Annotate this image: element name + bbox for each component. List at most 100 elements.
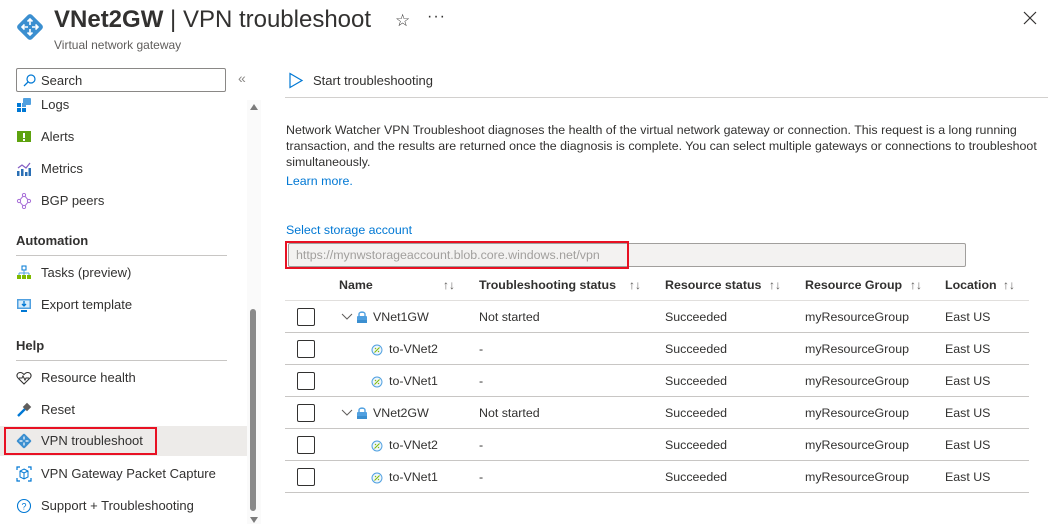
hammer-icon xyxy=(17,402,32,417)
scrollbar-thumb[interactable] xyxy=(250,309,256,511)
row-resource-group: myResourceGroup xyxy=(805,406,909,420)
main-content: Start troubleshooting Network Watcher VP… xyxy=(285,60,1055,524)
menu-scrollbar[interactable] xyxy=(247,100,261,524)
column-header-location[interactable]: Location xyxy=(945,278,997,292)
column-header-name[interactable]: Name xyxy=(339,278,373,292)
more-options-icon[interactable]: ··· xyxy=(427,8,446,26)
select-storage-account-link[interactable]: Select storage account xyxy=(286,223,412,237)
metrics-icon xyxy=(17,162,31,176)
connection-icon xyxy=(371,440,383,452)
menu-search-box[interactable] xyxy=(16,68,226,92)
row-resource-status: Succeeded xyxy=(665,438,728,452)
sidebar-item-resource-health[interactable]: Resource health xyxy=(0,363,247,393)
favorite-star-icon[interactable]: ☆ xyxy=(395,11,410,31)
vpn-gateway-icon xyxy=(16,433,32,449)
sidebar-item-label: Logs xyxy=(41,97,70,112)
row-name[interactable]: to-VNet2 xyxy=(389,342,438,356)
row-checkbox[interactable] xyxy=(297,340,315,358)
scroll-down-arrow-icon[interactable] xyxy=(250,517,258,523)
row-name[interactable]: VNet1GW xyxy=(373,310,429,324)
table-row[interactable]: to-VNet1 - Succeeded myResourceGroup Eas… xyxy=(285,461,1029,493)
row-location: East US xyxy=(945,310,991,324)
column-header-resource-group[interactable]: Resource Group xyxy=(805,278,902,292)
sidebar-item-label: BGP peers xyxy=(41,193,105,208)
column-header-troubleshooting-status[interactable]: Troubleshooting status xyxy=(479,278,616,292)
logs-icon xyxy=(17,98,31,112)
connection-icon xyxy=(371,472,383,484)
row-troubleshooting-status: - xyxy=(479,374,484,388)
learn-more-link[interactable]: Learn more. xyxy=(286,174,353,188)
row-resource-group: myResourceGroup xyxy=(805,438,909,452)
storage-account-field[interactable] xyxy=(288,243,966,267)
sidebar-item-reset[interactable]: Reset xyxy=(0,395,247,425)
virtual-network-gateway-icon xyxy=(17,14,43,40)
table-row[interactable]: to-VNet2 - Succeeded myResourceGroup Eas… xyxy=(285,429,1029,461)
row-troubleshooting-status: - xyxy=(479,470,484,484)
sidebar-item-export-template[interactable]: Export template xyxy=(0,290,247,320)
table-header: Name ↑↓ Troubleshooting status ↑↓ Resour… xyxy=(285,269,1029,301)
blade-title: VPN troubleshoot xyxy=(182,6,372,33)
row-checkbox[interactable] xyxy=(297,372,315,390)
row-resource-status: Succeeded xyxy=(665,406,728,420)
row-checkbox[interactable] xyxy=(297,468,315,486)
table-row[interactable]: VNet1GW Not started Succeeded myResource… xyxy=(285,301,1029,333)
sidebar-item-support[interactable]: ? Support + Troubleshooting xyxy=(0,491,247,521)
row-resource-status: Succeeded xyxy=(665,310,728,324)
row-troubleshooting-status: - xyxy=(479,342,484,356)
command-bar: Start troubleshooting xyxy=(285,60,1048,98)
column-header-resource-status[interactable]: Resource status xyxy=(665,278,761,292)
resource-name: VNet2GW xyxy=(54,6,164,33)
sort-icon[interactable]: ↑↓ xyxy=(910,278,922,292)
row-name[interactable]: to-VNet2 xyxy=(389,438,438,452)
chevron-down-icon[interactable] xyxy=(341,310,353,322)
close-icon[interactable] xyxy=(1022,10,1038,26)
sidebar-item-vpn-troubleshoot[interactable]: VPN troubleshoot xyxy=(0,426,247,456)
sidebar-item-metrics[interactable]: Metrics xyxy=(0,154,247,184)
row-location: East US xyxy=(945,438,991,452)
sidebar-item-packet-capture[interactable]: VPN Gateway Packet Capture xyxy=(0,459,247,489)
svg-text:?: ? xyxy=(21,502,26,512)
table-row[interactable]: VNet2GW Not started Succeeded myResource… xyxy=(285,397,1029,429)
row-checkbox[interactable] xyxy=(297,436,315,454)
packet-capture-icon xyxy=(16,466,32,482)
connection-icon xyxy=(371,376,383,388)
row-checkbox[interactable] xyxy=(297,404,315,422)
sidebar-item-label: VPN troubleshoot xyxy=(41,433,143,448)
export-template-icon xyxy=(17,299,31,312)
connection-icon xyxy=(371,344,383,356)
row-resource-status: Succeeded xyxy=(665,342,728,356)
table-row[interactable]: to-VNet1 - Succeeded myResourceGroup Eas… xyxy=(285,365,1029,397)
sidebar-item-alerts[interactable]: Alerts xyxy=(0,122,247,152)
sort-icon[interactable]: ↑↓ xyxy=(1003,278,1015,292)
sort-icon[interactable]: ↑↓ xyxy=(629,278,641,292)
row-name[interactable]: to-VNet1 xyxy=(389,374,438,388)
sidebar-item-label: Support + Troubleshooting xyxy=(41,498,194,513)
row-location: East US xyxy=(945,342,991,356)
resource-type: Virtual network gateway xyxy=(54,38,182,52)
row-location: East US xyxy=(945,406,991,420)
sidebar-item-label: Reset xyxy=(41,402,75,417)
sort-icon[interactable]: ↑↓ xyxy=(769,278,781,292)
section-help: Help xyxy=(16,338,45,353)
chevron-down-icon[interactable] xyxy=(341,406,353,418)
sidebar-item-label: Alerts xyxy=(41,129,75,144)
row-checkbox[interactable] xyxy=(297,308,315,326)
row-resource-status: Succeeded xyxy=(665,470,728,484)
question-icon: ? xyxy=(16,498,32,514)
title-separator: | xyxy=(163,6,183,33)
sort-icon[interactable]: ↑↓ xyxy=(443,278,455,292)
scroll-up-arrow-icon[interactable] xyxy=(250,104,258,110)
alerts-icon xyxy=(17,131,31,142)
row-name[interactable]: to-VNet1 xyxy=(389,470,438,484)
collapse-menu-button[interactable]: « xyxy=(238,70,246,86)
description-text: Network Watcher VPN Troubleshoot diagnos… xyxy=(286,123,1037,169)
row-name[interactable]: VNet2GW xyxy=(373,406,429,420)
sidebar-item-label: Metrics xyxy=(41,161,83,176)
search-input[interactable] xyxy=(41,71,221,89)
row-troubleshooting-status: - xyxy=(479,438,484,452)
sidebar-item-tasks[interactable]: Tasks (preview) xyxy=(0,258,247,288)
table-row[interactable]: to-VNet2 - Succeeded myResourceGroup Eas… xyxy=(285,333,1029,365)
sidebar-item-logs[interactable]: Logs xyxy=(0,90,247,120)
sidebar-item-bgp-peers[interactable]: BGP peers xyxy=(0,186,247,216)
row-troubleshooting-status: Not started xyxy=(479,310,540,324)
